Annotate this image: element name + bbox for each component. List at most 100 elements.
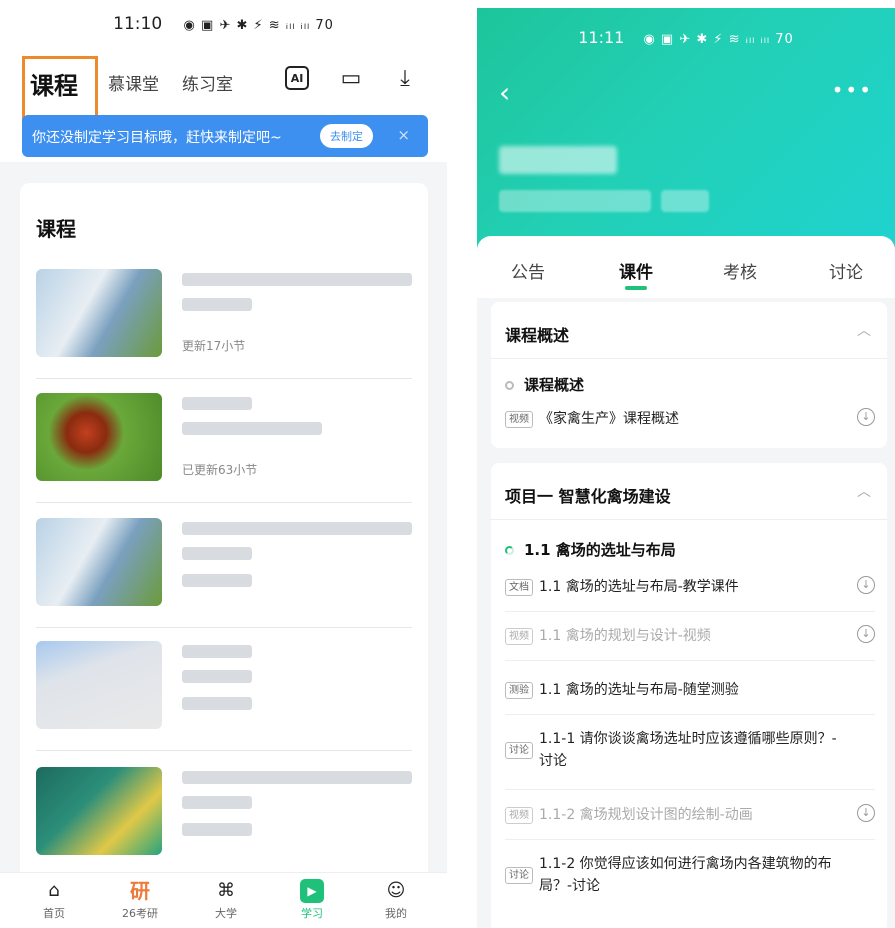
calendar-icon[interactable]: ▭ xyxy=(338,66,364,92)
tab-discussion[interactable]: 讨论 xyxy=(829,258,863,283)
home-icon: ⌂ xyxy=(48,880,60,901)
course-item[interactable]: 更新17小节 xyxy=(36,269,412,379)
nav-university[interactable]: ⌘ 大学 xyxy=(186,879,266,921)
nav-home[interactable]: ⌂ 首页 xyxy=(14,879,94,921)
course-update: 已更新63小节 xyxy=(182,463,258,477)
resource-item[interactable]: 视频 1.1-2 禽场规划设计图的绘制-动画 ↓ xyxy=(505,804,875,826)
course-title-blurred xyxy=(182,645,252,658)
resource-item[interactable]: 视频 1.1 禽场的规划与设计-视频 ↓ xyxy=(505,625,875,647)
nav-label: 26考研 xyxy=(122,907,158,920)
resource-title: 1.1 禽场的规划与设计-视频 xyxy=(539,628,711,644)
nav-label: 首页 xyxy=(43,907,65,920)
download-icon[interactable]: ⤓ xyxy=(392,66,418,92)
course-school-blurred xyxy=(182,422,322,435)
resource-title: 1.1-2 你觉得应该如何进行禽场内各建筑物的布局？-讨论 xyxy=(539,856,832,894)
course-school-blurred xyxy=(182,547,252,560)
resource-type-badge: 视频 xyxy=(505,627,533,645)
section-title[interactable]: 项目一 智慧化禽场建设 xyxy=(505,483,671,507)
graduation-cap-icon: ⌘ xyxy=(217,880,235,901)
right-screen: 11:11 ◉ ▣ ✈ ✱ ⚡ ≋ ᵢₗₗ ᵢₗₗ 70 ‹ ••• 公告 课件… xyxy=(477,8,895,928)
ai-icon[interactable]: AI xyxy=(285,66,309,90)
resource-type-badge: 测验 xyxy=(505,681,533,699)
active-tab-indicator xyxy=(625,286,647,290)
course-item[interactable]: 已更新63小节 xyxy=(36,393,412,503)
download-icon[interactable]: ↓ xyxy=(857,804,875,822)
chapter-title-text: 1.1 禽场的选址与布局 xyxy=(524,541,676,559)
course-thumbnail xyxy=(36,767,162,855)
section-title[interactable]: 课程概述 xyxy=(505,322,569,346)
course-school-blurred xyxy=(499,190,651,212)
nav-mine[interactable]: ☺ 我的 xyxy=(356,879,436,921)
course-teacher-blurred xyxy=(661,190,709,212)
play-icon: ▶ xyxy=(300,879,324,903)
nav-label: 大学 xyxy=(215,907,237,920)
course-update-blurred xyxy=(182,823,252,836)
section-overview: 课程概述 ︿ 课程概述 视频 《家禽生产》课程概述 ↓ xyxy=(491,302,887,448)
course-thumbnail xyxy=(36,393,162,481)
progress-dot-icon xyxy=(505,381,514,390)
tab-practice-room[interactable]: 练习室 xyxy=(182,70,233,95)
resource-item[interactable]: 视频 《家禽生产》课程概述 ↓ xyxy=(505,408,875,430)
course-update-blurred xyxy=(182,574,252,587)
more-icon[interactable]: ••• xyxy=(832,78,873,102)
resource-title: 1.1 禽场的选址与布局-随堂测验 xyxy=(539,682,739,698)
status-bar: 11:10 ◉ ▣ ✈ ✱ ⚡ ≋ ᵢₗₗ ᵢₗₗ 70 xyxy=(0,14,447,34)
resource-type-badge: 视频 xyxy=(505,410,533,428)
course-item[interactable] xyxy=(36,641,412,751)
course-item[interactable] xyxy=(36,767,412,877)
resource-item[interactable]: 文档 1.1 禽场的选址与布局-教学课件 ↓ xyxy=(505,576,875,598)
bottom-nav: ⌂ 首页 研 26考研 ⌘ 大学 ▶ 学习 ☺ 我的 xyxy=(0,872,447,928)
status-bar: 11:11 ◉ ▣ ✈ ✱ ⚡ ≋ ᵢₗₗ ᵢₗₗ 70 xyxy=(477,28,895,47)
goal-banner-text: 你还没制定学习目标哦，赶快来制定吧~ xyxy=(32,130,282,146)
divider xyxy=(505,660,875,661)
close-icon[interactable]: × xyxy=(397,126,410,144)
course-school-blurred xyxy=(182,670,252,683)
course-card: 课程 更新17小节 已更新63小节 xyxy=(20,183,428,883)
chevron-up-icon[interactable]: ︿ xyxy=(857,481,871,501)
resource-title: 1.1 禽场的选址与布局-教学课件 xyxy=(539,579,739,595)
chapter-title: 1.1 禽场的选址与布局 xyxy=(505,539,676,560)
tab-assessment[interactable]: 考核 xyxy=(723,258,757,283)
course-school-blurred xyxy=(182,796,252,809)
nav-label: 学习 xyxy=(301,907,323,920)
resource-title: 1.1-1 请你谈谈禽场选址时应该遵循哪些原则？-讨论 xyxy=(539,731,837,769)
course-update: 更新17小节 xyxy=(182,339,246,353)
back-icon[interactable]: ‹ xyxy=(499,76,510,109)
course-update-blurred xyxy=(182,697,252,710)
nav-kaoyan[interactable]: 研 26考研 xyxy=(100,879,180,921)
chapter-title-text: 课程概述 xyxy=(524,376,585,394)
resource-title: 1.1-2 禽场规划设计图的绘制-动画 xyxy=(539,807,753,823)
course-header: 11:11 ◉ ▣ ✈ ✱ ⚡ ≋ ᵢₗₗ ᵢₗₗ 70 ‹ ••• xyxy=(477,8,895,268)
divider xyxy=(505,714,875,715)
course-tabs: 公告 课件 考核 讨论 xyxy=(477,236,895,298)
resource-type-badge: 视频 xyxy=(505,806,533,824)
yan-icon: 研 xyxy=(130,879,150,903)
download-icon[interactable]: ↓ xyxy=(857,576,875,594)
status-icons: ◉ ▣ ✈ ✱ ⚡ ≋ ᵢₗₗ ᵢₗₗ 70 xyxy=(643,32,794,47)
resource-title: 《家禽生产》课程概述 xyxy=(539,411,679,427)
left-screen: 11:10 ◉ ▣ ✈ ✱ ⚡ ≋ ᵢₗₗ ᵢₗₗ 70 课程 慕课堂 练习室 … xyxy=(0,0,447,928)
course-title-blurred xyxy=(182,397,252,410)
course-thumbnail xyxy=(36,269,162,357)
tab-announcement[interactable]: 公告 xyxy=(511,258,545,283)
resource-type-badge: 讨论 xyxy=(505,866,533,884)
download-icon[interactable]: ↓ xyxy=(857,625,875,643)
divider xyxy=(491,519,887,520)
divider xyxy=(505,839,875,840)
chevron-up-icon[interactable]: ︿ xyxy=(857,320,871,340)
set-goal-button[interactable]: 去制定 xyxy=(320,124,373,148)
course-school-blurred xyxy=(182,298,252,311)
nav-label: 我的 xyxy=(385,907,407,920)
tab-courseware[interactable]: 课件 xyxy=(619,258,653,283)
download-icon[interactable]: ↓ xyxy=(857,408,875,426)
resource-item[interactable]: 测验 1.1 禽场的选址与布局-随堂测验 xyxy=(505,679,875,701)
tab-mooc-class[interactable]: 慕课堂 xyxy=(108,70,159,95)
course-item[interactable] xyxy=(36,518,412,628)
nav-study[interactable]: ▶ 学习 xyxy=(272,879,352,921)
section-project-one: 项目一 智慧化禽场建设 ︿ 1.1 禽场的选址与布局 文档 1.1 禽场的选址与布… xyxy=(491,463,887,928)
smile-icon: ☺ xyxy=(386,880,406,901)
card-title: 课程 xyxy=(36,217,76,241)
resource-item[interactable]: 讨论 1.1-2 你觉得应该如何进行禽场内各建筑物的布局？-讨论 xyxy=(505,853,855,897)
resource-item[interactable]: 讨论 1.1-1 请你谈谈禽场选址时应该遵循哪些原则？-讨论 xyxy=(505,728,845,772)
course-thumbnail xyxy=(36,518,162,606)
